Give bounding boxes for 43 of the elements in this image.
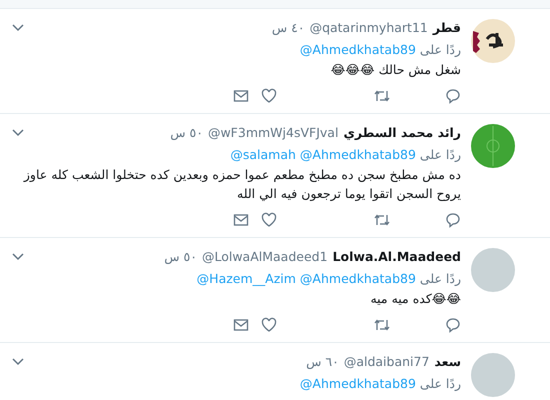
heart-icon[interactable] — [261, 212, 277, 228]
mention-link[interactable]: @Ahmedkhatab89 — [300, 41, 416, 59]
chevron-down-icon[interactable] — [12, 358, 24, 366]
retweet-icon[interactable] — [373, 317, 391, 333]
mail-icon[interactable] — [233, 213, 249, 227]
user-handle: @wF3mmWj4sVFJval — [208, 124, 338, 142]
chevron-down-icon[interactable] — [12, 253, 24, 261]
reply-label: ردًا على — [420, 375, 461, 393]
tweet-text: 😂😂كده ميه ميه — [369, 290, 461, 308]
mention-link[interactable]: @Ahmedkhatab89 — [300, 146, 416, 164]
chevron-down-icon[interactable] — [12, 129, 24, 137]
mention-link[interactable]: @Ahmedkhatab89 — [300, 270, 416, 288]
tweet-text: ده مش مطبخ سجن ده مطبخ مطعم عموا حمزه وبعدين كده حتخلوا الشعب كله عاوز يروح السجن اتقوا يوما ترجعون فيه الي الله — [22, 166, 461, 203]
mention-link[interactable]: @Ahmedkhatab89 — [300, 375, 416, 393]
reply-label: ردًا على — [420, 41, 461, 59]
retweet-icon[interactable] — [373, 212, 391, 228]
tweet-text: شغل مش حالك 😂😂😂 — [330, 61, 461, 79]
heart-icon[interactable] — [261, 317, 277, 333]
tweet-time[interactable]: ٥٠ س — [164, 248, 197, 266]
reply-icon[interactable] — [445, 317, 461, 333]
mail-icon[interactable] — [233, 89, 249, 103]
user-handle: @aldaibani77 — [344, 353, 430, 371]
user-name[interactable]: رائد محمد السطري — [343, 124, 461, 142]
user-name[interactable]: Lolwa.Al.Maadeed — [332, 248, 461, 266]
reply-label: ردًا على — [420, 146, 461, 164]
mention-link[interactable]: @salamah — [230, 146, 296, 164]
user-handle: @qatarinmyhart11 — [310, 19, 428, 37]
mail-icon[interactable] — [233, 318, 249, 332]
retweet-icon[interactable] — [373, 88, 391, 104]
avatar-logo-icon[interactable] — [471, 19, 515, 63]
reply-icon[interactable] — [445, 212, 461, 228]
tweet-time[interactable]: ٦٠ س — [306, 353, 339, 371]
mention-link[interactable]: @Hazem__Azim — [196, 270, 296, 288]
chevron-down-icon[interactable] — [12, 24, 24, 32]
avatar-field-icon[interactable] — [471, 124, 515, 168]
user-handle: @LolwaAlMaadeed1 — [202, 248, 328, 266]
user-name[interactable]: سعد — [434, 353, 461, 371]
user-name[interactable]: قطر — [432, 19, 461, 37]
reply-icon[interactable] — [445, 88, 461, 104]
reply-label: ردًا على — [420, 270, 461, 288]
tweet-time[interactable]: ٤٠ س — [272, 19, 305, 37]
heart-icon[interactable] — [261, 88, 277, 104]
tweet-time[interactable]: ٥٠ س — [170, 124, 203, 142]
